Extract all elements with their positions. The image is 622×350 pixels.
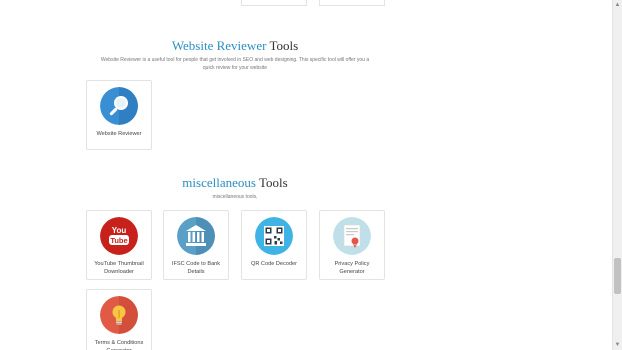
section-title-rest: Tools [258, 175, 288, 190]
tool-card-ifsc-code-to-bank-details[interactable]: IFSC Code to Bank Details [163, 210, 229, 280]
tool-card-website-reviewer[interactable]: Website Reviewer [86, 80, 152, 150]
tool-card-label: QR Code Decoder [250, 261, 297, 267]
magnifier-icon [100, 87, 138, 125]
tool-card-qr-code-decoder[interactable]: QR Code Decoder [241, 210, 307, 280]
youtube-icon: You Tube [100, 217, 138, 255]
svg-text:You: You [112, 226, 127, 235]
previous-tool-card[interactable] [241, 0, 307, 6]
qr-code-icon [255, 217, 293, 255]
previous-tool-card[interactable] [319, 0, 385, 6]
tool-card-privacy-policy-generator[interactable]: Privacy Policy Generator [319, 210, 385, 280]
certificate-icon [333, 217, 371, 255]
tool-card-label: Privacy Policy Generator [334, 261, 370, 275]
section-description: miscellaneous tools, [212, 194, 258, 200]
section-title-accent: miscellaneous [182, 175, 256, 190]
section-description: Website Reviewer is a useful tool for pe… [100, 57, 370, 71]
page: Website Reviewer Tools Website Reviewer … [0, 0, 612, 350]
tool-card-label: Terms & Conditions Generator [94, 340, 144, 350]
svg-text:Tube: Tube [110, 236, 127, 245]
tool-card-label: IFSC Code to Bank Details [171, 261, 221, 275]
scroll-down-arrow-icon[interactable]: ▼ [613, 340, 622, 350]
scrollbar-thumb[interactable] [614, 258, 621, 294]
tool-card-youtube-thumbnail-downloader[interactable]: You Tube YouTube Thumbnail Downloader [86, 210, 152, 280]
tool-card-terms-conditions-generator[interactable]: Terms & Conditions Generator [86, 289, 152, 350]
bank-icon [177, 217, 215, 255]
scroll-up-arrow-icon[interactable]: ▲ [613, 0, 622, 10]
vertical-scrollbar[interactable]: ▲ ▼ [612, 0, 622, 350]
lightbulb-icon [100, 296, 138, 334]
section-title-accent: Website Reviewer [171, 38, 267, 53]
tool-card-label: Website Reviewer [96, 131, 142, 137]
tool-card-label: YouTube Thumbnail Downloader [94, 261, 144, 275]
section-title-rest: Tools [269, 38, 299, 53]
section-title: miscellaneous Tools [86, 175, 384, 191]
section-title: Website Reviewer Tools [86, 38, 384, 54]
